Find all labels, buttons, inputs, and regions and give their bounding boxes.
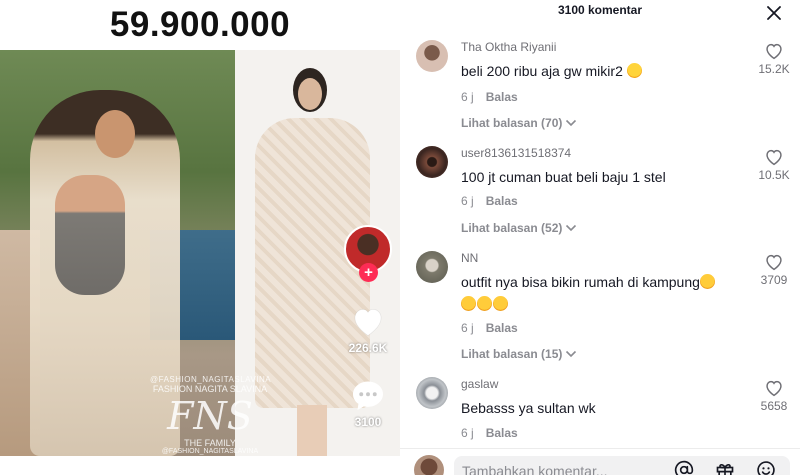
comment-like-button[interactable]: 3709 xyxy=(756,253,792,287)
comment-time: 6 j xyxy=(461,426,474,440)
comments-panel: 3100 komentar Tha Oktha Riyanii beli 200… xyxy=(400,0,800,475)
price-text: 59.900.000 xyxy=(109,5,291,44)
view-replies-button[interactable]: Lihat balasan (15) xyxy=(461,347,577,361)
close-button[interactable] xyxy=(762,1,786,25)
comment-avatar[interactable] xyxy=(416,40,448,72)
comment-meta: 6 j Balas xyxy=(461,426,518,440)
view-replies-label: Lihat balasan (70) xyxy=(461,116,563,130)
comment-item: NN outfit nya bisa bikin rumah di kampun… xyxy=(400,251,800,371)
gift-button[interactable] xyxy=(713,458,737,475)
comment-like-count: 5658 xyxy=(760,399,788,413)
comment-meta: 6 j Balas xyxy=(461,90,518,104)
current-user-avatar xyxy=(414,455,444,475)
watermark-handle-top: @FASHION_NAGITASLAVINA xyxy=(150,375,272,384)
watermark-family: THE FAMILY xyxy=(184,438,236,448)
comment-time: 6 j xyxy=(461,194,474,208)
comment-avatar[interactable] xyxy=(416,251,448,283)
comment-bubble-icon xyxy=(353,381,383,410)
view-replies-label: Lihat balasan (15) xyxy=(461,347,563,361)
comment-like-count: 15.2K xyxy=(758,62,790,76)
photo-woman-face xyxy=(95,110,135,158)
comments-title: 3100 komentar xyxy=(557,3,643,17)
comment-meta: 6 j Balas xyxy=(461,321,518,335)
smiley-icon xyxy=(757,461,775,475)
comment-text-body: beli 200 ribu aja gw mikir2 xyxy=(461,63,627,79)
crying-emoji-icon xyxy=(461,296,476,311)
view-replies-button[interactable]: Lihat balasan (52) xyxy=(461,221,577,235)
view-replies-button[interactable]: Lihat balasan (70) xyxy=(461,116,577,130)
heart-icon xyxy=(354,308,382,336)
comment-username[interactable]: NN xyxy=(461,251,478,265)
comment-like-button[interactable]: 15.2K xyxy=(756,42,792,76)
app-root: 59.900.000 @FASHION_NAGITASLAVINA FASHIO… xyxy=(0,0,800,475)
emoji-button[interactable] xyxy=(754,458,778,475)
heart-outline-icon xyxy=(766,254,782,271)
at-sign-icon xyxy=(674,460,694,475)
comment-like-button[interactable]: 10.5K xyxy=(756,148,792,182)
like-button[interactable] xyxy=(348,303,388,339)
comment-like-count: 3709 xyxy=(760,273,788,287)
creator-avatar[interactable]: + xyxy=(344,225,392,282)
comment-input-bar xyxy=(400,448,800,475)
comment-item: gaslaw Bebasss ya sultan wk 6 j Balas 565… xyxy=(400,377,800,447)
comment-item: user8136131518374 100 jt cuman buat beli… xyxy=(400,146,800,246)
laughing-emoji-icon xyxy=(626,63,642,78)
comments-header: 3100 komentar xyxy=(400,0,800,24)
view-replies-label: Lihat balasan (52) xyxy=(461,221,563,235)
watermark-subtitle: FASHION NAGITA SLAVINA xyxy=(152,384,268,394)
comment-text: 100 jt cuman buat beli baju 1 stel xyxy=(461,169,666,185)
comment-like-count: 10.5K xyxy=(758,168,790,182)
crying-emoji-icon xyxy=(699,274,715,289)
comment-meta: 6 j Balas xyxy=(461,194,518,208)
chevron-down-icon xyxy=(566,224,577,232)
chevron-down-icon xyxy=(566,119,577,127)
comment-like-button[interactable]: 5658 xyxy=(756,379,792,413)
comment-username[interactable]: gaslaw xyxy=(461,377,498,391)
photo-baby xyxy=(55,175,125,295)
comment-text-body: outfit nya bisa bikin rumah di kampung xyxy=(461,274,700,290)
crying-emoji-icon xyxy=(477,296,492,311)
model-face xyxy=(298,78,322,110)
video-player[interactable]: 59.900.000 @FASHION_NAGITASLAVINA FASHIO… xyxy=(0,0,400,475)
video-side-actions: + 226.6K 3100 xyxy=(340,225,396,429)
mention-button[interactable] xyxy=(672,458,696,475)
comment-text: Bebasss ya sultan wk xyxy=(461,400,596,416)
comment-count: 3100 xyxy=(354,415,382,429)
comment-username[interactable]: Tha Oktha Riyanii xyxy=(461,40,556,54)
chevron-down-icon xyxy=(566,350,577,358)
like-count: 226.6K xyxy=(348,341,388,355)
watermark-handle-bottom: @FASHION_NAGITASLAVINA xyxy=(161,448,259,455)
reply-button[interactable]: Balas xyxy=(486,194,518,208)
comment-item: Tha Oktha Riyanii beli 200 ribu aja gw m… xyxy=(400,40,800,140)
reply-button[interactable]: Balas xyxy=(486,90,518,104)
comment-text: outfit nya bisa bikin rumah di kampung xyxy=(461,271,761,315)
heart-outline-icon xyxy=(766,380,782,397)
comment-text: beli 200 ribu aja gw mikir2 xyxy=(461,60,761,82)
comment-avatar[interactable] xyxy=(416,146,448,178)
comment-input[interactable] xyxy=(454,456,790,475)
fns-watermark: @FASHION_NAGITASLAVINA FASHION NAGITA SL… xyxy=(150,375,272,455)
crying-emoji-icon xyxy=(493,296,508,311)
comment-avatar[interactable] xyxy=(416,377,448,409)
heart-outline-icon xyxy=(766,149,782,166)
comment-username[interactable]: user8136131518374 xyxy=(461,146,571,160)
watermark-logo: FNS xyxy=(167,394,253,438)
reply-button[interactable]: Balas xyxy=(486,321,518,335)
gift-icon xyxy=(716,464,734,475)
close-icon xyxy=(767,6,781,20)
comment-button[interactable] xyxy=(348,377,388,413)
reply-button[interactable]: Balas xyxy=(486,426,518,440)
price-banner: 59.900.000 xyxy=(0,0,400,50)
heart-outline-icon xyxy=(766,43,782,60)
video-bottom-strip xyxy=(0,456,400,475)
comment-time: 6 j xyxy=(461,321,474,335)
follow-button[interactable]: + xyxy=(359,263,378,282)
comment-time: 6 j xyxy=(461,90,474,104)
